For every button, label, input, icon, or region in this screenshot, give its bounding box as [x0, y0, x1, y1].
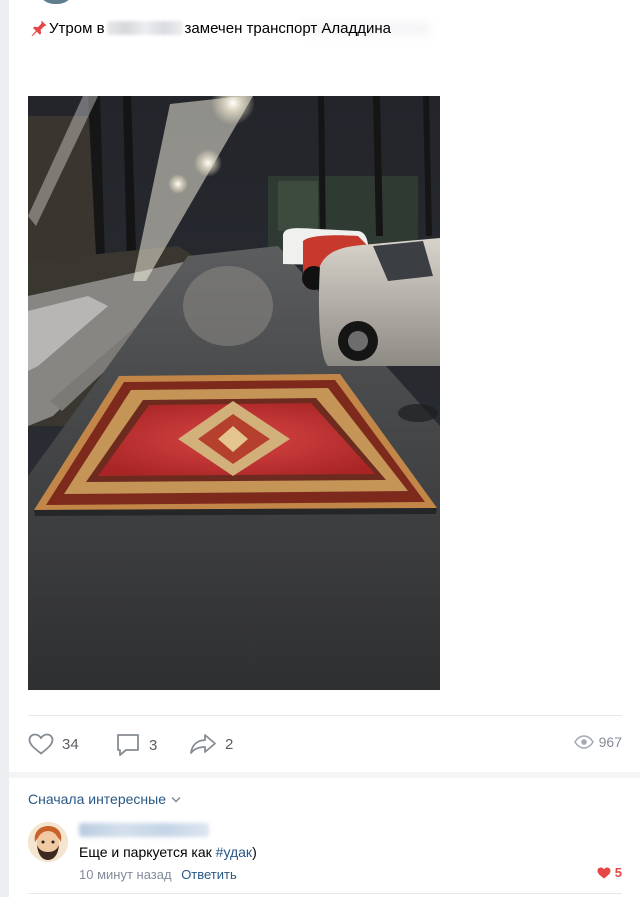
- comment-icon: [117, 734, 139, 756]
- comments-sort-dropdown[interactable]: Сначала интересные: [28, 791, 181, 807]
- comment-button[interactable]: 3: [115, 733, 157, 757]
- blurred-author-name[interactable]: [79, 823, 209, 837]
- comment-like-button[interactable]: 5: [597, 865, 622, 880]
- views-count: 967: [598, 734, 622, 750]
- comment-text: Еще и паркуется как #удак): [79, 844, 257, 860]
- post-divider: [28, 715, 622, 716]
- comment-likes-count: 5: [614, 865, 622, 880]
- comment-author-avatar[interactable]: [28, 822, 68, 862]
- like-button[interactable]: 34: [28, 733, 79, 755]
- blurred-location: [106, 21, 183, 35]
- share-button[interactable]: 2: [189, 733, 233, 755]
- page-background: [0, 0, 9, 897]
- comment-text-end: ): [252, 844, 257, 860]
- comment-hashtag[interactable]: #удак: [216, 844, 252, 860]
- pin-icon: [31, 20, 47, 37]
- heart-icon: [28, 733, 54, 755]
- post-text-suffix: замечен транспорт Аладдина: [184, 19, 391, 37]
- chevron-down-icon: [171, 796, 181, 803]
- sort-label: Сначала интересные: [28, 791, 166, 807]
- section-separator: [9, 772, 640, 778]
- eye-icon: [573, 735, 594, 749]
- comment-divider: [28, 893, 622, 894]
- comments-count: 3: [149, 736, 158, 754]
- reply-button[interactable]: Ответить: [181, 867, 237, 882]
- comment-item: Еще и паркуется как #удак) 10 минут наза…: [28, 820, 622, 890]
- post-text-prefix: Утром в: [49, 19, 105, 37]
- likes-count: 34: [62, 735, 79, 753]
- comment-text-main: Еще и паркуется как: [79, 844, 216, 860]
- comment-time[interactable]: 10 минут назад: [79, 867, 172, 882]
- post-photo[interactable]: [28, 96, 440, 690]
- share-icon: [190, 734, 216, 754]
- views-counter: 967: [573, 734, 622, 750]
- post-actions-bar: 34 3 2 967: [28, 733, 622, 757]
- liked-heart-icon: [597, 867, 611, 878]
- post-text: Утром в замечен транспорт Аладдина: [30, 19, 391, 37]
- comment-meta: 10 минут назад Ответить: [79, 867, 237, 882]
- shares-count: 2: [225, 735, 234, 753]
